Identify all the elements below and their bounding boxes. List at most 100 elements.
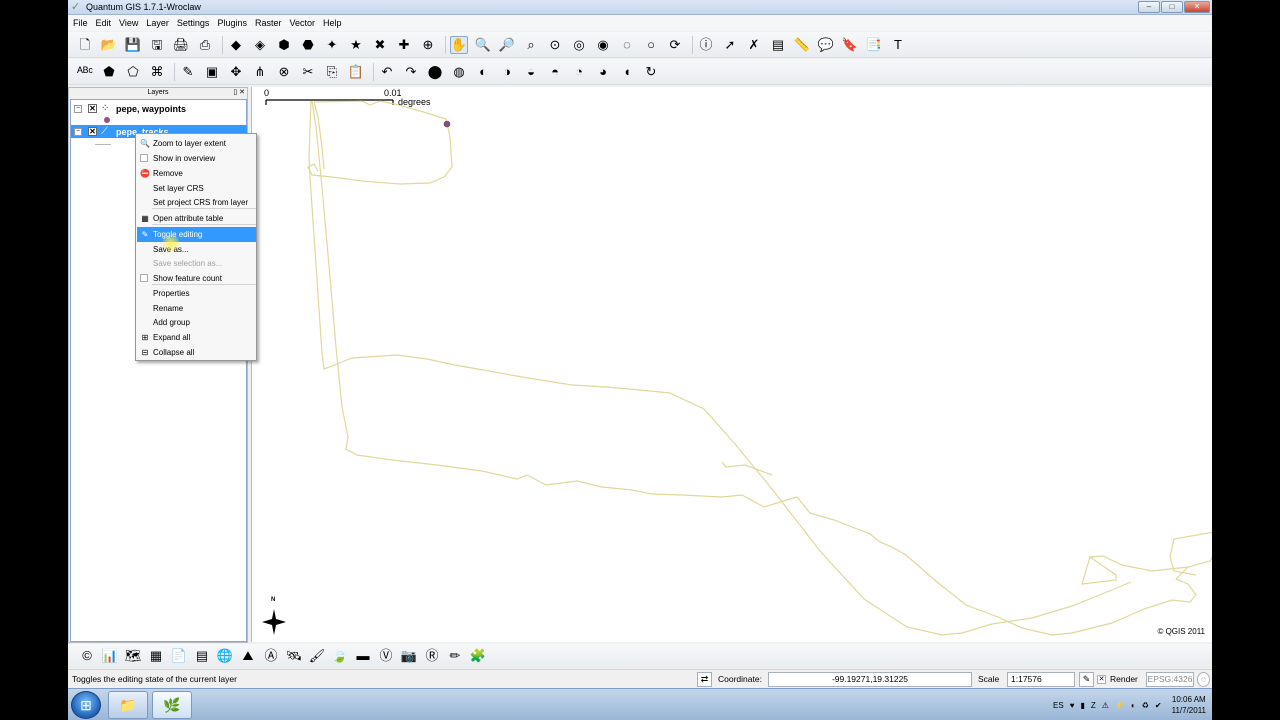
menu-file[interactable]: File [73, 18, 88, 28]
merge-icon[interactable]: ◖ [618, 63, 636, 81]
clock[interactable]: 10:06 AM 11/7/2011 [1172, 694, 1206, 716]
identify-icon[interactable]: ⓘ [697, 36, 715, 54]
delete-ring-icon[interactable]: ◑ [498, 63, 516, 81]
plugin-icon[interactable]: 🧩 [469, 647, 487, 665]
layer-visibility-checkbox[interactable]: ✕ [88, 127, 97, 136]
layers-panel-controls[interactable]: ▯ ✕ [233, 88, 245, 98]
paste-icon[interactable]: 📋 [347, 63, 365, 81]
stop-render-icon[interactable]: ✎ [1079, 672, 1094, 687]
maximize-button[interactable]: □ [1161, 1, 1183, 13]
save-project-icon[interactable]: 💾 [124, 36, 142, 54]
add-gpx-icon[interactable]: ⊕ [419, 36, 437, 54]
waypoint-marker[interactable] [443, 120, 451, 128]
vertex-icon[interactable]: ⋔ [251, 63, 269, 81]
context-menu-item[interactable]: Add group [137, 315, 256, 330]
context-menu-item[interactable]: ⛔ Remove [137, 166, 256, 181]
zoom-native-icon[interactable]: ◉ [594, 36, 612, 54]
open-project-icon[interactable]: 📂 [100, 36, 118, 54]
globe-icon[interactable]: 🌐 [216, 647, 234, 665]
menu-view[interactable]: View [119, 18, 138, 28]
zoom-layer-icon[interactable]: ◎ [570, 36, 588, 54]
context-menu-item[interactable]: ⊞ Expand all [137, 330, 256, 345]
close-button[interactable]: ✕ [1184, 1, 1210, 13]
tray-icon[interactable]: ▮ [1080, 701, 1084, 710]
layer-row-waypoints[interactable]: − ✕ ⁘ pepe, waypoints [71, 102, 186, 115]
cut-icon[interactable]: ✂ [299, 63, 317, 81]
context-menu-item[interactable]: Save as... [137, 242, 256, 257]
zoom-in-icon[interactable]: 🔍 [474, 36, 492, 54]
render-checkbox[interactable]: ✕ [1097, 675, 1106, 684]
zoom-last-icon[interactable]: ◌ [618, 36, 636, 54]
toggle-editing-icon[interactable]: ✎ [179, 63, 197, 81]
pen-icon[interactable]: ✏ [446, 647, 464, 665]
redo-icon[interactable]: ↷ [402, 63, 420, 81]
add-raster-icon[interactable]: ◈ [251, 36, 269, 54]
polygon-icon[interactable]: ⬠ [124, 63, 142, 81]
add-wms-icon[interactable]: ✦ [323, 36, 341, 54]
tray-icon[interactable]: ♥ [1070, 701, 1075, 710]
zoom-selection-icon[interactable]: ⊙ [546, 36, 564, 54]
screenshot-icon[interactable]: 📷 [400, 647, 418, 665]
explorer-taskbar-button[interactable]: 📁 [108, 691, 148, 719]
simplify-icon[interactable]: ⬤ [426, 63, 444, 81]
menu-vector[interactable]: Vector [289, 18, 315, 28]
print-composer-icon[interactable]: 🖨 [172, 36, 190, 54]
remove-layer-icon[interactable]: ✖ [371, 36, 389, 54]
save-as-icon[interactable]: 🖫 [148, 36, 166, 54]
label-icon[interactable]: ᴬᴮᶜ [76, 63, 94, 81]
context-menu-item[interactable]: ⊟ Collapse all [137, 345, 256, 360]
context-menu-item[interactable]: Show in overview [137, 151, 256, 166]
offset-icon[interactable]: ◔ [570, 63, 588, 81]
zoom-out-icon[interactable]: 🔎 [498, 36, 516, 54]
vector-icon[interactable]: Ⓥ [377, 647, 395, 665]
zoom-full-icon[interactable]: ⌕ [522, 36, 540, 54]
new-project-icon[interactable]: 🗋 [76, 36, 94, 54]
menu-help[interactable]: Help [323, 18, 342, 28]
delete-part-icon[interactable]: ◒ [522, 63, 540, 81]
measure-icon[interactable]: 📏 [793, 36, 811, 54]
context-menu-item[interactable]: Properties [137, 286, 256, 301]
chart-icon[interactable]: 📊 [101, 647, 119, 665]
georef-icon[interactable]: 🗺 [124, 647, 142, 665]
tray-icon[interactable]: ◐ [1131, 701, 1136, 710]
start-button[interactable]: ⊞ [71, 691, 101, 719]
map-tips-icon[interactable]: 💬 [817, 36, 835, 54]
context-menu-item[interactable]: ✎ Toggle editing [137, 227, 256, 242]
coordinate-field[interactable]: -99.19271,19.31225 [768, 672, 972, 687]
tray-icon[interactable]: ♻ [1142, 701, 1149, 710]
ruler-icon[interactable]: ▬ [354, 647, 372, 665]
gps-icon[interactable]: 🛰 [285, 647, 303, 665]
add-wfs-icon[interactable]: ✚ [395, 36, 413, 54]
select-icon[interactable]: ➚ [721, 36, 739, 54]
north-arrow-icon[interactable]: Ⓐ [262, 647, 280, 665]
mountain-icon[interactable]: ⛰ [239, 647, 257, 665]
tray-icon[interactable]: Z [1091, 701, 1096, 710]
tree-collapse-icon[interactable]: − [74, 127, 82, 136]
new-layer-icon[interactable]: ★ [347, 36, 365, 54]
table-icon[interactable]: ▤ [193, 647, 211, 665]
copy-icon[interactable]: ⎘ [323, 63, 341, 81]
attribute-table-icon[interactable]: ▤ [769, 36, 787, 54]
delimited-text-icon[interactable]: 📄 [170, 647, 188, 665]
qgis-taskbar-button[interactable]: 🌿 [152, 691, 192, 719]
add-postgis-icon[interactable]: ⬢ [275, 36, 293, 54]
tray-icon[interactable]: ⚡ [1115, 701, 1125, 710]
tray-icon[interactable]: ⚠ [1102, 701, 1109, 710]
layer-visibility-checkbox[interactable]: ✕ [88, 104, 97, 113]
text-annotation-icon[interactable]: T [889, 36, 907, 54]
menu-plugins[interactable]: Plugins [217, 18, 247, 28]
context-menu-item[interactable]: Set layer CRS [137, 181, 256, 196]
grid-icon[interactable]: ▦ [147, 647, 165, 665]
menu-edit[interactable]: Edit [96, 18, 112, 28]
menu-raster[interactable]: Raster [255, 18, 282, 28]
minimize-button[interactable]: – [1138, 1, 1160, 13]
toggle-extents-icon[interactable]: ⇄ [697, 672, 712, 687]
deselect-icon[interactable]: ✗ [745, 36, 763, 54]
undo-icon[interactable]: ↶ [378, 63, 396, 81]
context-menu-item[interactable]: 🔍 Zoom to layer extent [137, 136, 256, 151]
brush-icon[interactable]: 🖌 [308, 647, 326, 665]
scale-field[interactable]: 1:17576 [1007, 672, 1075, 687]
language-indicator[interactable]: ES [1053, 701, 1064, 710]
new-bookmark-icon[interactable]: 🔖 [841, 36, 859, 54]
tray-icon[interactable]: ✔ [1155, 701, 1162, 710]
